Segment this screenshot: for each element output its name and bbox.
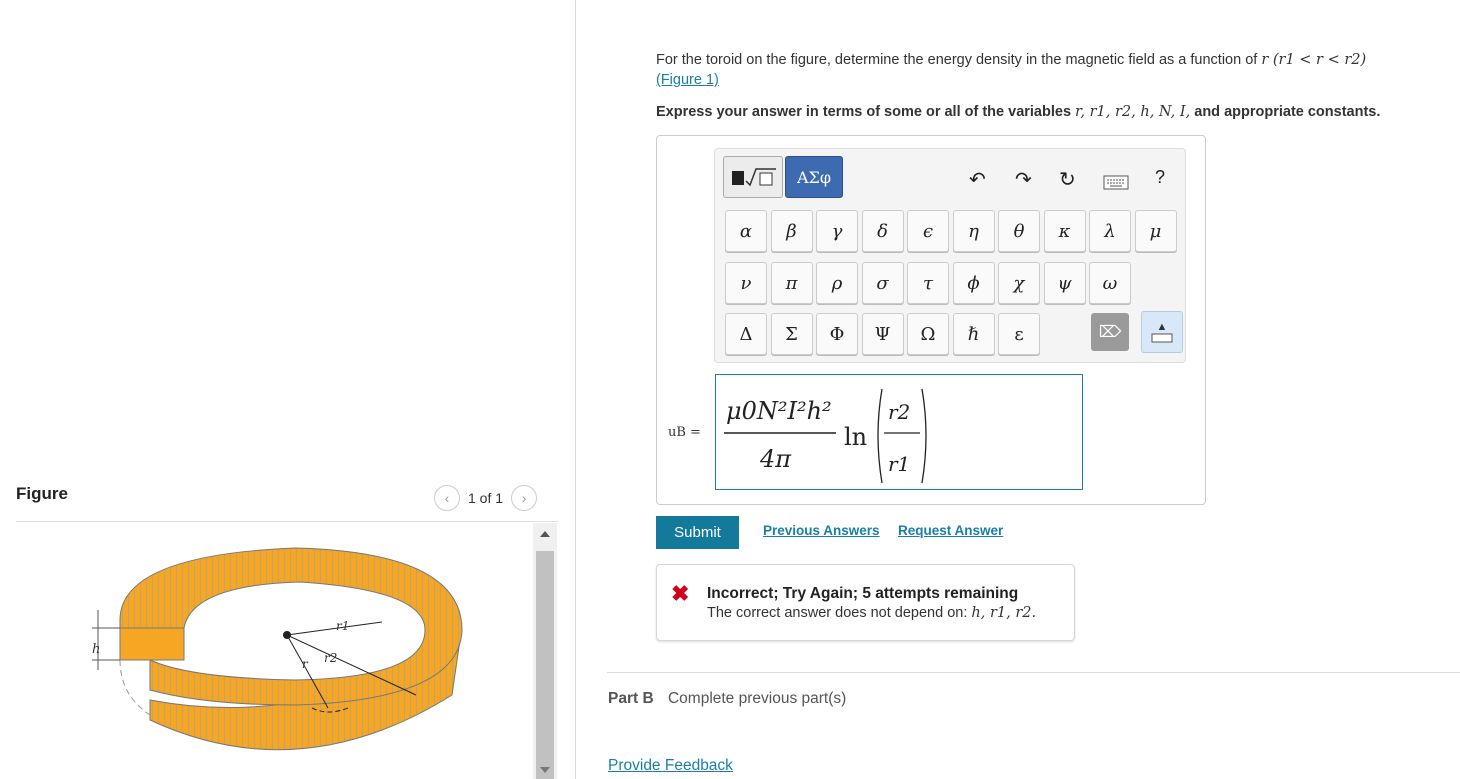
greek-key[interactable]: ν bbox=[725, 262, 767, 304]
greek-key[interactable]: α bbox=[725, 210, 767, 252]
undo-icon[interactable]: ↶ bbox=[969, 167, 986, 192]
greek-key[interactable]: Σ bbox=[770, 313, 813, 355]
greek-key[interactable]: ℏ bbox=[952, 313, 995, 355]
request-answer-link[interactable]: Request Answer bbox=[898, 523, 1003, 538]
greek-key[interactable]: δ bbox=[861, 210, 904, 252]
greek-key[interactable]: η bbox=[952, 210, 995, 252]
keyboard-icon[interactable] bbox=[1103, 175, 1129, 191]
express-instructions: Express your answer in terms of some or … bbox=[656, 104, 1381, 120]
greek-key[interactable]: θ bbox=[998, 210, 1040, 252]
greek-key[interactable]: χ bbox=[998, 262, 1040, 304]
scroll-up-icon[interactable] bbox=[540, 531, 550, 537]
denominator: 4π bbox=[759, 445, 792, 473]
template-icon bbox=[732, 168, 776, 187]
question-text: For the toroid on the figure, determine … bbox=[656, 52, 1367, 88]
keyboard-small-icon bbox=[1151, 333, 1173, 343]
question-variable: r (r1 < r < r2) bbox=[1261, 52, 1367, 68]
greek-key[interactable]: σ bbox=[861, 262, 904, 304]
greek-key[interactable]: ω bbox=[1089, 262, 1131, 304]
greek-key[interactable]: κ bbox=[1043, 210, 1086, 252]
figure-divider bbox=[16, 521, 558, 522]
help-icon[interactable]: ? bbox=[1155, 167, 1165, 188]
error-icon: ✖ bbox=[671, 581, 690, 606]
r2-label: r2 bbox=[324, 651, 337, 665]
previous-answers-link[interactable]: Previous Answers bbox=[763, 523, 880, 538]
figure-scrollbar[interactable] bbox=[533, 523, 557, 779]
greek-key[interactable]: Φ bbox=[816, 313, 858, 355]
next-figure-button[interactable]: › bbox=[511, 485, 538, 511]
greek-key[interactable]: Ω bbox=[907, 313, 949, 355]
part-b-header[interactable]: Part B Complete previous part(s) bbox=[608, 690, 846, 708]
math-keyboard: ΑΣφ ↶ ↷ ↻ ? αβγδϵηθκλμ νπρστϕχψω ΔΣΦΨΩℏε ⌦… bbox=[714, 148, 1186, 363]
ratio-top: r2 bbox=[888, 400, 910, 424]
h-label: h bbox=[92, 642, 100, 657]
greek-key[interactable]: Δ bbox=[725, 313, 767, 355]
reset-icon[interactable]: ↻ bbox=[1059, 167, 1076, 192]
greek-key[interactable]: τ bbox=[907, 262, 949, 304]
r-label: r bbox=[302, 657, 309, 671]
greek-button[interactable]: ΑΣφ bbox=[785, 156, 843, 198]
part-b-label: Part B bbox=[608, 690, 654, 707]
ln-label: ln bbox=[844, 423, 867, 451]
feedback-vars: h, r1, r2. bbox=[971, 605, 1037, 621]
greek-key[interactable]: Ψ bbox=[861, 313, 904, 355]
greek-key[interactable]: μ bbox=[1134, 210, 1177, 252]
greek-key[interactable]: ρ bbox=[816, 262, 858, 304]
part-b-status: Complete previous part(s) bbox=[667, 690, 847, 707]
figure-panel: Figure ‹ 1 of 1 › h r1 r2 r bbox=[0, 0, 575, 779]
greek-key[interactable]: ϵ bbox=[907, 210, 949, 252]
greek-key[interactable]: ϕ bbox=[952, 262, 995, 304]
panel-divider bbox=[575, 0, 576, 779]
provide-feedback-link[interactable]: Provide Feedback bbox=[608, 757, 733, 775]
answer-input[interactable]: μ0N²I²h² 4π ln r2 r1 bbox=[715, 374, 1083, 490]
figure-page-count: 1 of 1 bbox=[468, 490, 504, 506]
answer-label: uB = bbox=[668, 425, 701, 440]
submit-button[interactable]: Submit bbox=[656, 516, 739, 549]
redo-icon[interactable]: ↷ bbox=[1015, 167, 1032, 192]
templates-button[interactable] bbox=[723, 156, 783, 198]
figure-title: Figure bbox=[16, 484, 68, 503]
greek-key[interactable]: π bbox=[770, 262, 813, 304]
backspace-key[interactable]: ⌦ bbox=[1091, 313, 1129, 351]
feedback-box: ✖ Incorrect; Try Again; 5 attempts remai… bbox=[656, 564, 1075, 641]
toggle-up-icon: ▲ bbox=[1156, 321, 1168, 333]
express-variables: r, r1, r2, h, N, I, bbox=[1075, 104, 1191, 120]
prev-figure-button[interactable]: ‹ bbox=[434, 485, 460, 511]
r1-label: r1 bbox=[336, 619, 349, 633]
greek-key[interactable]: ε bbox=[998, 313, 1040, 355]
greek-key[interactable]: β bbox=[770, 210, 813, 252]
greek-key[interactable]: γ bbox=[816, 210, 858, 252]
keyboard-toggle-button[interactable]: ▲ bbox=[1141, 311, 1183, 353]
figure-link[interactable]: (Figure 1) bbox=[656, 72, 719, 88]
greek-key[interactable]: ψ bbox=[1043, 262, 1086, 304]
section-divider bbox=[607, 672, 1460, 673]
numerator: μ0N²I²h² bbox=[726, 397, 832, 425]
feedback-message: The correct answer does not depend on: h… bbox=[707, 605, 1037, 621]
greek-key[interactable]: λ bbox=[1089, 210, 1131, 252]
answer-expression: μ0N²I²h² 4π ln r2 r1 bbox=[724, 388, 927, 484]
figure-pager: ‹ 1 of 1 › bbox=[434, 485, 538, 511]
toroid-figure: h r1 r2 r bbox=[92, 547, 463, 751]
scroll-down-icon[interactable] bbox=[540, 767, 550, 773]
ratio-bottom: r1 bbox=[888, 452, 910, 476]
scroll-thumb[interactable] bbox=[536, 551, 554, 779]
feedback-title: Incorrect; Try Again; 5 attempts remaini… bbox=[707, 585, 1019, 602]
